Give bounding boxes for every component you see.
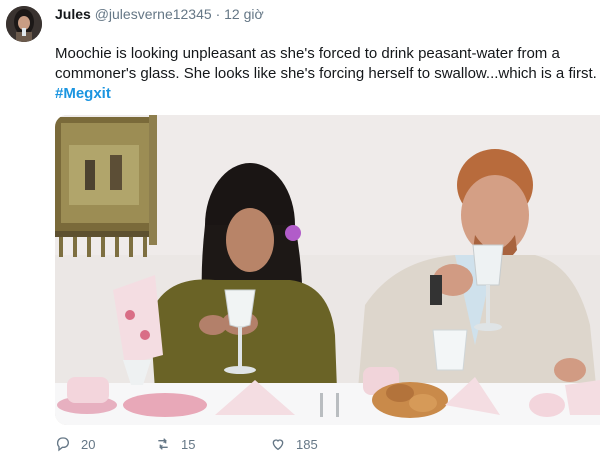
separator-dot: · [215, 6, 221, 22]
tapestry-artwork [55, 115, 157, 257]
user-handle[interactable]: @julesverne12345 [95, 6, 212, 22]
tweet-body: Moochie is looking unpleasant as she's f… [55, 44, 600, 104]
retweet-count: 15 [181, 436, 196, 452]
photo-illustration [55, 115, 600, 425]
avatar[interactable] [6, 6, 42, 42]
tweet-photo[interactable] [55, 115, 600, 425]
reply-count: 20 [81, 436, 96, 452]
tweet-actions: 20 15 185 [55, 436, 455, 456]
tweet-header: Jules @julesverne12345 · 12 giờ [55, 6, 264, 22]
like-count: 185 [296, 436, 318, 452]
display-name[interactable]: Jules [55, 6, 91, 22]
tweet-text: Moochie is looking unpleasant as she's f… [55, 45, 597, 82]
hashtag-link[interactable]: #Megxit [55, 84, 600, 104]
tweet-timestamp[interactable]: 12 giờ [224, 6, 264, 22]
avatar-image [6, 6, 42, 42]
